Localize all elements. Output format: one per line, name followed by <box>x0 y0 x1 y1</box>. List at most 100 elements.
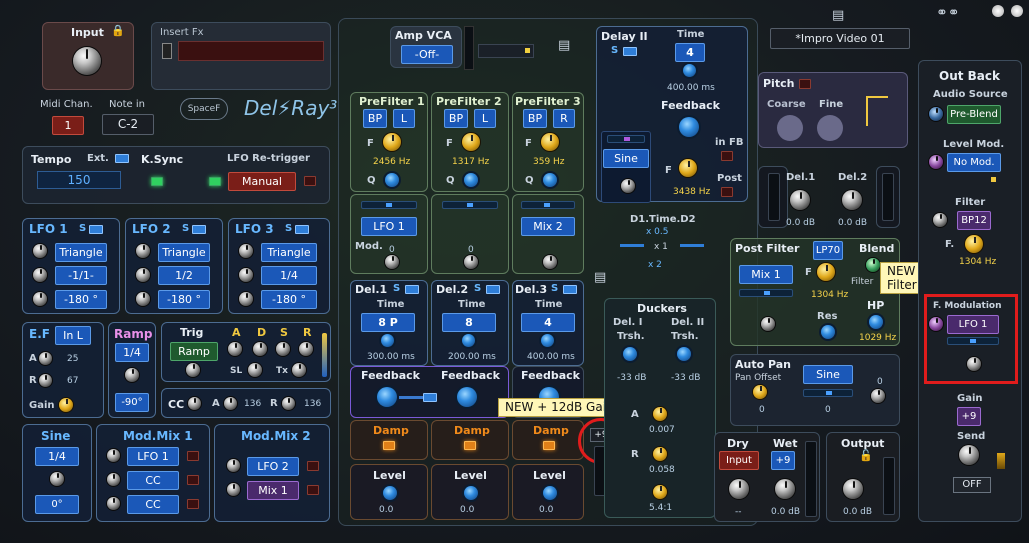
prefilter1-channel[interactable]: L <box>393 109 415 128</box>
del1-sync-toggle[interactable] <box>405 285 419 294</box>
del1-feedback-knob[interactable] <box>377 387 397 407</box>
mod-src3[interactable]: Mix 2 <box>521 217 575 236</box>
audio-source-value[interactable]: Pre-Blend <box>947 105 1001 124</box>
input-knob[interactable] <box>73 47 101 75</box>
mod-src3-bar[interactable] <box>521 201 575 209</box>
del2-damp-led[interactable] <box>464 441 476 450</box>
lfo3-rate[interactable]: 1/4 <box>261 266 317 285</box>
lfo1-rate-knob[interactable] <box>33 268 47 282</box>
d1time-x2[interactable]: x 2 <box>648 260 662 270</box>
del3-damp-led[interactable] <box>543 441 555 450</box>
close-icon[interactable] <box>1011 5 1023 17</box>
del3-level-knob[interactable] <box>543 486 557 500</box>
send-knob[interactable] <box>959 445 979 465</box>
lfo2-phase-knob[interactable] <box>136 292 150 306</box>
lfo2-rate-knob[interactable] <box>136 268 150 282</box>
lfo1-phase-knob[interactable] <box>33 292 47 306</box>
d1time-x1[interactable]: x 1 <box>654 242 668 252</box>
prefilter3-freq-knob[interactable] <box>541 133 559 151</box>
modmix2-slot2[interactable]: Mix 1 <box>247 481 299 500</box>
delay2-feedback-knob[interactable] <box>679 117 699 137</box>
delay2-filter-knob[interactable] <box>679 159 697 177</box>
ducker-ratio-knob[interactable] <box>653 485 667 499</box>
link-icon[interactable]: ⚭⚭ <box>936 5 959 21</box>
minimize-icon[interactable] <box>992 5 1004 17</box>
autopan-depth-knob[interactable] <box>871 389 885 403</box>
ext-toggle[interactable] <box>115 154 129 163</box>
modmix1-slot2-button[interactable] <box>187 475 199 485</box>
tempo-value[interactable]: 150 <box>37 171 121 189</box>
output-lock-icon[interactable]: 🔓 <box>859 449 873 462</box>
modmix1-slot3-button[interactable] <box>187 499 199 509</box>
output-knob[interactable] <box>843 479 863 499</box>
lfo1-rate[interactable]: -1/1- <box>55 266 107 285</box>
delay2-mod-knob[interactable] <box>621 179 635 193</box>
trig-mode[interactable]: Ramp <box>170 342 218 361</box>
delay2-infb-button[interactable] <box>721 151 733 161</box>
ramp-phase[interactable]: -90° <box>115 393 149 412</box>
del1-out-knob[interactable] <box>790 190 810 210</box>
sl-knob[interactable] <box>248 363 262 377</box>
outback-filter-knob[interactable] <box>933 213 947 227</box>
ducker2-threshold-knob[interactable] <box>677 347 691 361</box>
retrigger-mode[interactable]: Manual <box>228 172 296 191</box>
lfo2-wave[interactable]: Triangle <box>158 243 210 262</box>
pitch-toggle[interactable] <box>799 79 811 89</box>
insert-fx-slot[interactable] <box>178 41 324 61</box>
midi-chan-value[interactable]: 1 <box>52 116 84 135</box>
ramp-rate[interactable]: 1/4 <box>115 343 149 362</box>
preset-name-display[interactable]: *Impro Video 01 <box>770 28 910 49</box>
del1-level-knob[interactable] <box>383 486 397 500</box>
insert-fx-toggle[interactable] <box>162 43 172 59</box>
lfo3-rate-knob[interactable] <box>239 268 253 282</box>
delay2-post-button[interactable] <box>721 187 733 197</box>
copy-icon[interactable]: ▤ <box>594 270 606 285</box>
prefilter1-freq-knob[interactable] <box>383 133 401 151</box>
postfilter-res-knob[interactable] <box>821 325 835 339</box>
prefilter2-freq-knob[interactable] <box>462 133 480 151</box>
postfilter-hp-knob[interactable] <box>869 315 883 329</box>
prefilter2-q-knob[interactable] <box>464 173 478 187</box>
postfilter-blend-knob[interactable] <box>866 258 880 272</box>
dry-knob[interactable] <box>729 479 749 499</box>
mod-src1[interactable]: LFO 1 <box>361 217 417 236</box>
modmix1-slot2-knob[interactable] <box>107 473 120 486</box>
del2-level-knob[interactable] <box>464 486 478 500</box>
delay2-sync-toggle[interactable] <box>623 47 637 56</box>
cc-attack-knob[interactable] <box>224 397 237 410</box>
modmix1-slot1[interactable]: LFO 1 <box>127 447 179 466</box>
del3-sync-toggle[interactable] <box>563 285 577 294</box>
del3-time-knob[interactable] <box>541 334 554 347</box>
del1-time[interactable]: 8 P <box>361 313 415 332</box>
lock-icon[interactable]: 🔒 <box>111 24 125 37</box>
ksync-led[interactable] <box>151 177 163 186</box>
postfilter-mod-bar[interactable] <box>739 289 793 297</box>
lfo2-rate[interactable]: 1/2 <box>158 266 210 285</box>
prefilter1-type[interactable]: BP <box>363 109 387 128</box>
adsr-attack-knob[interactable] <box>228 342 242 356</box>
del2-feedback-knob[interactable] <box>457 387 477 407</box>
mod-src1-amount-knob[interactable] <box>385 255 399 269</box>
note-in-value[interactable]: C-2 <box>102 114 154 135</box>
outback-freq-knob[interactable] <box>965 235 983 253</box>
modmix1-slot1-button[interactable] <box>187 451 199 461</box>
cc-knob[interactable] <box>188 397 201 410</box>
postfilter-mod-knob[interactable] <box>761 317 775 331</box>
pitch-fine-knob[interactable] <box>817 115 843 141</box>
prefilter2-channel[interactable]: L <box>474 109 496 128</box>
lfo1-sync-toggle[interactable] <box>89 225 103 234</box>
del3-time[interactable]: 4 <box>521 313 575 332</box>
postfilter-type[interactable]: LP70 <box>813 241 843 260</box>
pitch-coarse-knob[interactable] <box>777 115 803 141</box>
lfo3-wave[interactable]: Triangle <box>261 243 317 262</box>
autopan-bar[interactable] <box>803 389 853 397</box>
dry-source[interactable]: Input <box>719 451 759 470</box>
ef-mode[interactable]: In L <box>55 326 91 345</box>
mod-src2-bar[interactable] <box>442 201 498 209</box>
postfilter-freq-knob[interactable] <box>817 263 835 281</box>
feedback-link-toggle[interactable] <box>423 393 437 402</box>
del2-sync-toggle[interactable] <box>486 285 500 294</box>
prefilter3-channel[interactable]: R <box>553 109 575 128</box>
wet-knob[interactable] <box>775 479 795 499</box>
prefilter2-type[interactable]: BP <box>444 109 468 128</box>
